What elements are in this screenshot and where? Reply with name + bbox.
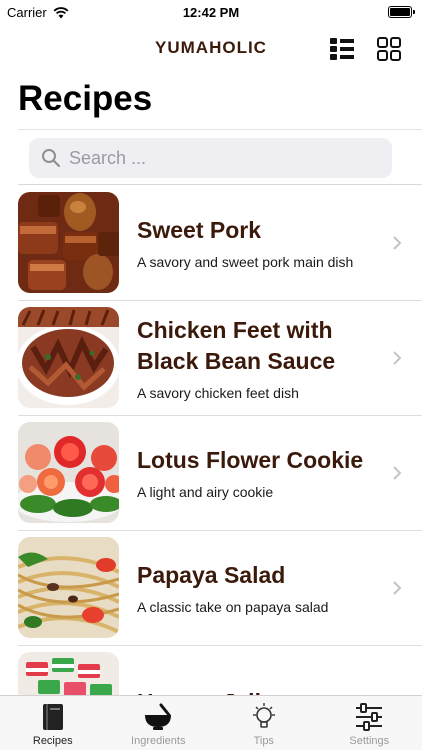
chevron-right-icon <box>393 350 402 365</box>
chevron-right-icon <box>393 235 402 250</box>
recipe-row-sweet-pork[interactable]: Sweet Pork A savory and sweet pork main … <box>0 185 422 300</box>
divider <box>18 129 422 130</box>
battery-icon <box>388 6 415 18</box>
search-input[interactable] <box>69 147 369 169</box>
chevron-right-icon <box>393 465 402 480</box>
lotus-cookie-image <box>18 422 119 523</box>
search-bar[interactable] <box>29 138 392 178</box>
chicken-feet-image <box>18 307 119 408</box>
grid-view-icon[interactable] <box>376 36 402 62</box>
mortar-pestle-icon <box>143 702 173 732</box>
tab-ingredients[interactable]: Ingredients <box>106 696 212 750</box>
recipe-description: A classic take on papaya salad <box>137 599 329 615</box>
recipe-row-chicken-feet[interactable]: Chicken Feet with Black Bean Sauce A sav… <box>0 300 422 415</box>
tab-label: Tips <box>253 735 274 747</box>
recipe-name: Lotus Flower Cookie <box>137 447 364 473</box>
search-icon <box>42 149 61 168</box>
nav-bar: YUMAHOLIC <box>0 30 422 66</box>
tab-tips[interactable]: Tips <box>211 696 317 750</box>
recipe-description: A savory and sweet pork main dish <box>137 254 354 270</box>
tab-recipes[interactable]: Recipes <box>0 696 106 750</box>
recipe-text: Papaya Salad A classic take on papaya sa… <box>137 530 387 645</box>
status-time: 12:42 PM <box>182 5 240 20</box>
recipe-description: A light and airy cookie <box>137 484 274 500</box>
lightbulb-icon <box>249 702 279 732</box>
tab-bar: Recipes Ingredients Tips Settings <box>0 695 422 750</box>
sweet-pork-image <box>18 192 119 293</box>
tab-label: Settings <box>349 735 390 747</box>
page-title: Recipes <box>18 79 153 118</box>
recipe-text: Hmong Jello <box>137 645 387 695</box>
tab-label: Recipes <box>32 735 73 747</box>
papaya-salad-image <box>18 537 119 638</box>
recipe-text: Lotus Flower Cookie A light and airy coo… <box>137 415 387 530</box>
recipe-description: A savory chicken feet dish <box>137 384 299 401</box>
book-icon <box>38 702 68 732</box>
recipe-text: Sweet Pork A savory and sweet pork main … <box>137 185 387 300</box>
recipe-row-papaya-salad[interactable]: Papaya Salad A classic take on papaya sa… <box>0 530 422 645</box>
recipe-name: Papaya Salad <box>137 562 286 588</box>
recipe-name: Sweet Pork <box>137 217 261 243</box>
tab-settings[interactable]: Settings <box>317 696 422 750</box>
recipe-row-hmong-jello[interactable]: Hmong Jello <box>0 645 422 695</box>
list-view-icon[interactable] <box>329 36 355 62</box>
recipe-name: Hmong Jello <box>137 687 387 695</box>
sliders-icon <box>354 702 384 732</box>
recipe-list: Sweet Pork A savory and sweet pork main … <box>0 185 422 695</box>
app-brand: YUMAHOLIC <box>155 38 267 57</box>
chevron-right-icon <box>393 580 402 595</box>
recipe-name: Chicken Feet with Black Bean Sauce <box>137 316 336 374</box>
recipe-text: Chicken Feet with Black Bean Sauce A sav… <box>137 300 387 415</box>
recipe-row-lotus-cookie[interactable]: Lotus Flower Cookie A light and airy coo… <box>0 415 422 530</box>
hmong-jello-image <box>18 652 119 695</box>
tab-label: Ingredients <box>131 735 186 747</box>
status-bar: Carrier 12:42 PM <box>0 0 422 26</box>
